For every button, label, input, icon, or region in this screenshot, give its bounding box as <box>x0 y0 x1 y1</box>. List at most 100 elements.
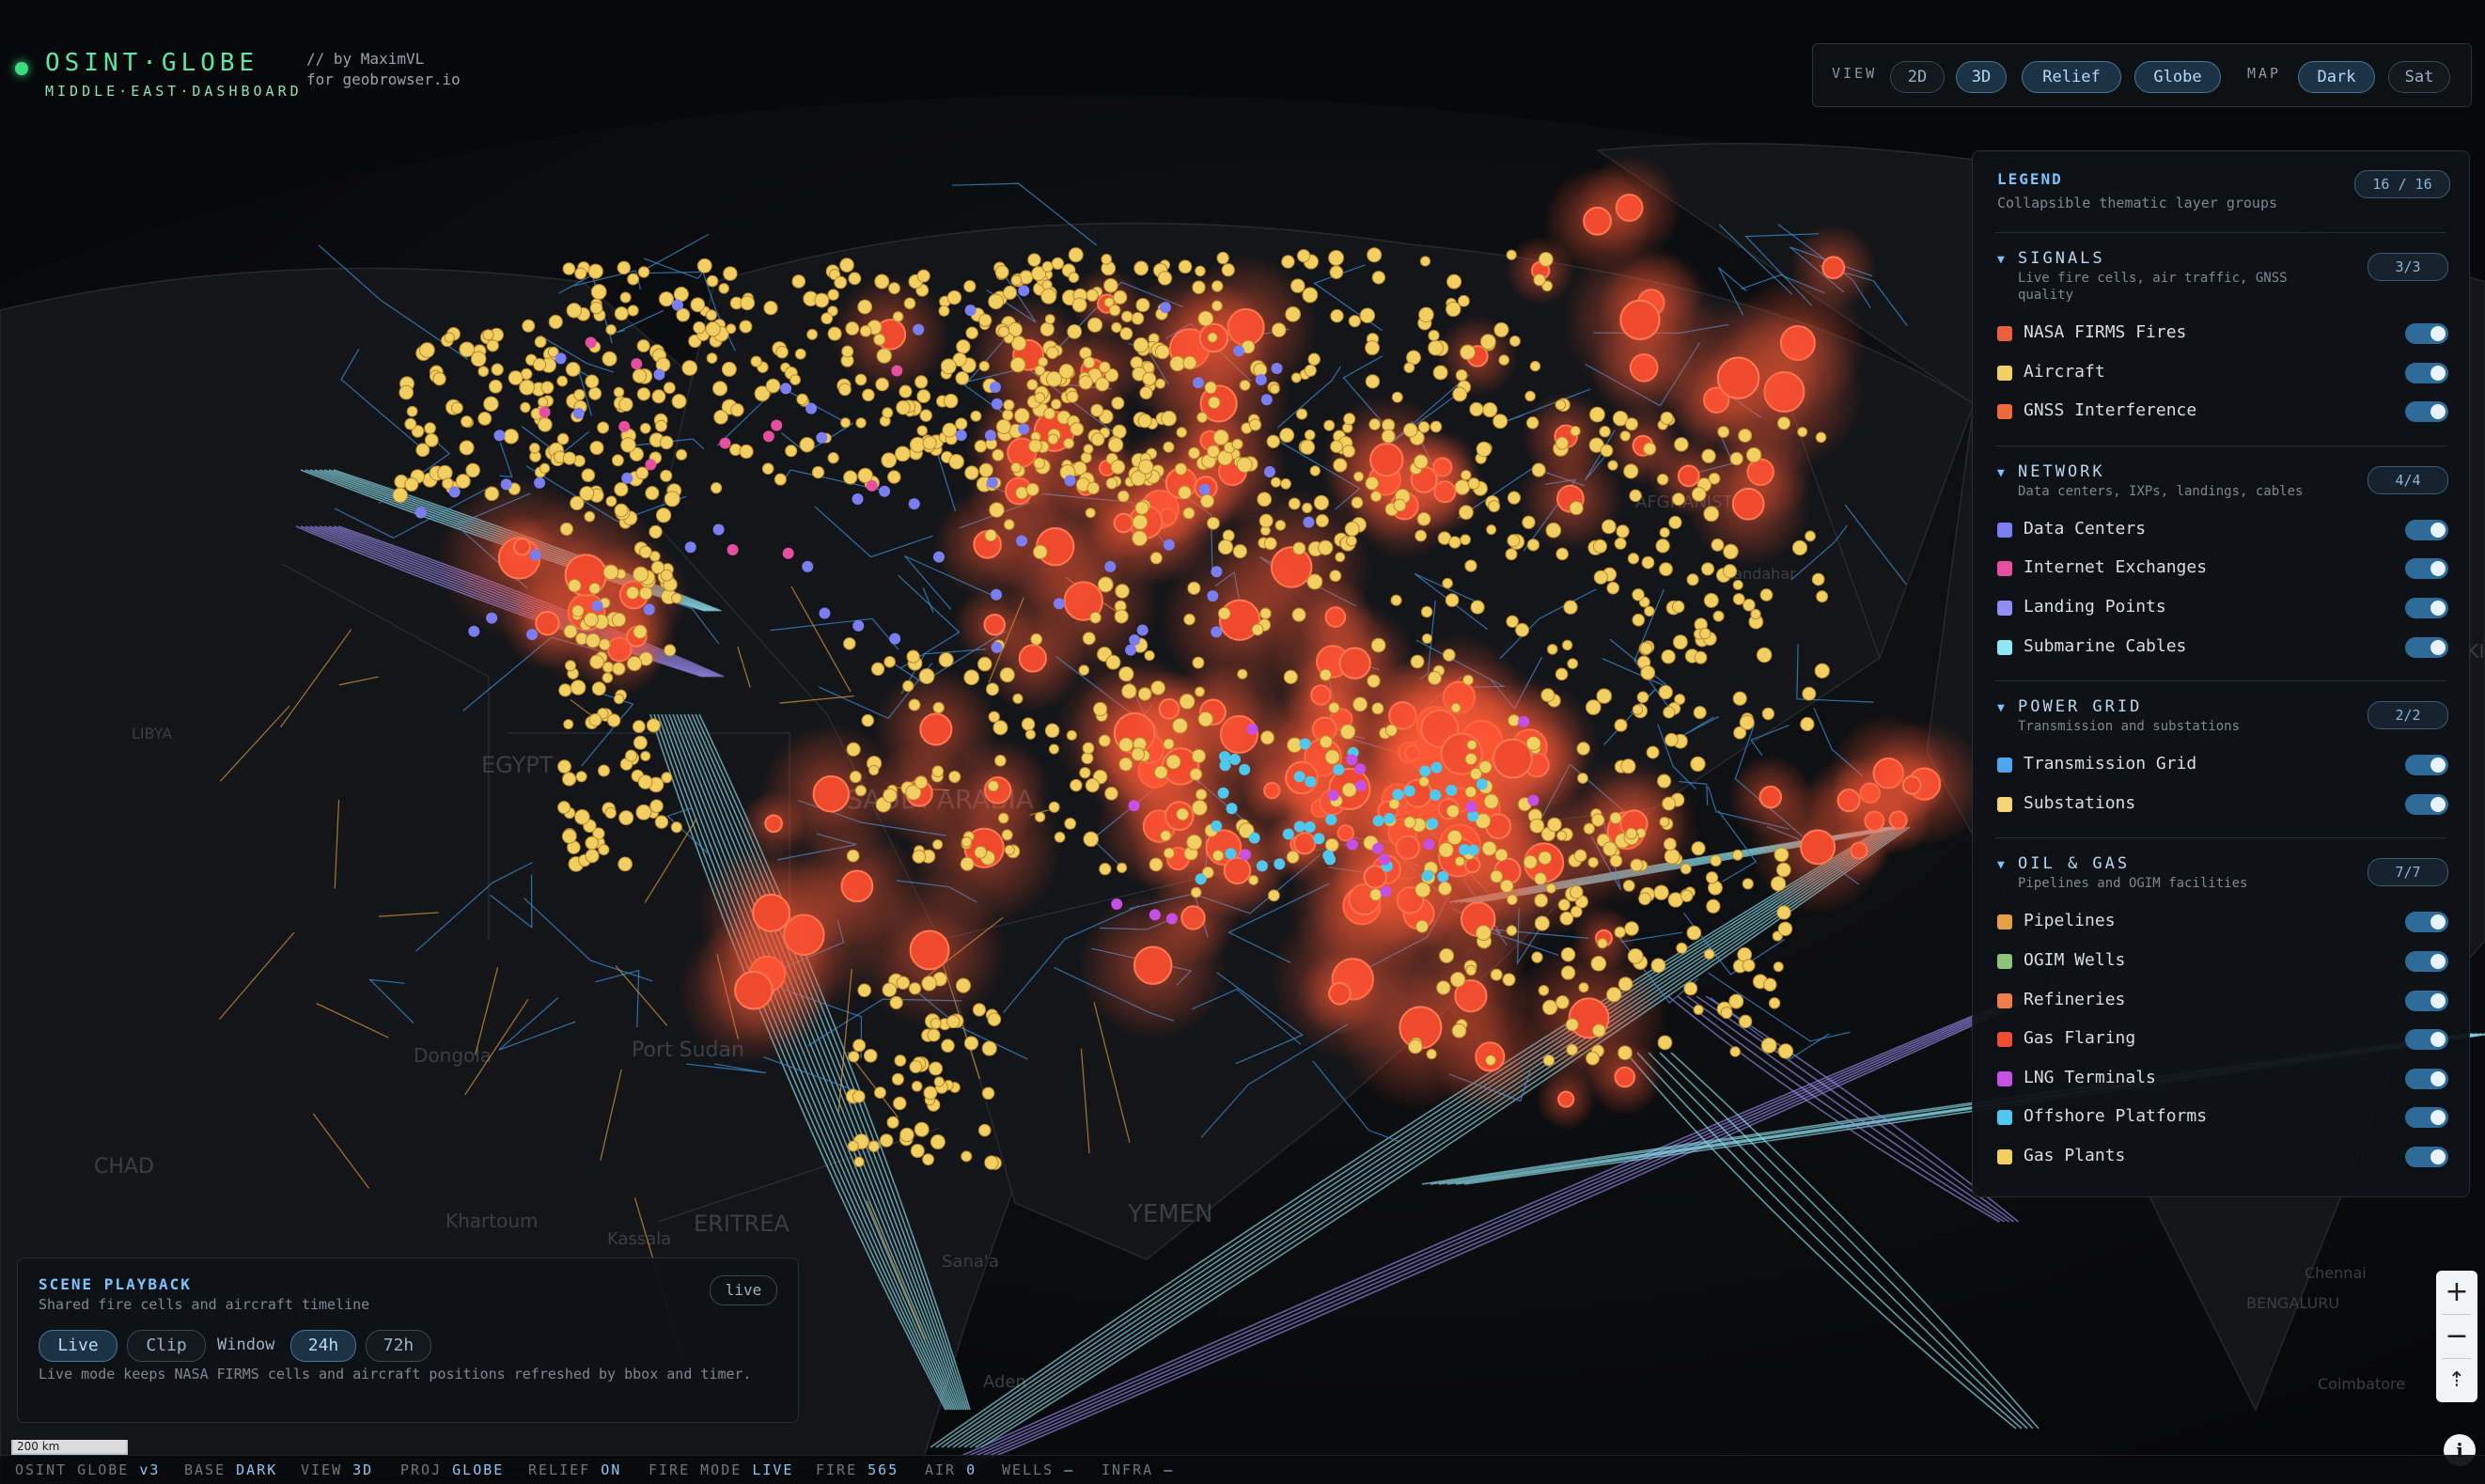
substation-point[interactable] <box>1176 807 1190 821</box>
infrastructure-point[interactable] <box>991 398 1003 410</box>
substation-point[interactable] <box>1729 451 1743 466</box>
infrastructure-point[interactable] <box>1260 394 1273 406</box>
substation-point[interactable] <box>1616 524 1630 539</box>
substation-point[interactable] <box>909 436 926 453</box>
infrastructure-point[interactable] <box>1380 885 1392 898</box>
substation-point[interactable] <box>1668 515 1682 530</box>
substation-point[interactable] <box>477 411 492 426</box>
substation-point[interactable] <box>1010 274 1023 287</box>
substation-point[interactable] <box>930 1133 946 1150</box>
substation-point[interactable] <box>961 1150 973 1163</box>
substation-point[interactable] <box>632 720 646 734</box>
substation-point[interactable] <box>1461 469 1472 481</box>
substation-point[interactable] <box>557 759 571 774</box>
substation-point[interactable] <box>1335 552 1346 563</box>
substation-point[interactable] <box>847 1140 859 1152</box>
substation-point[interactable] <box>1116 862 1128 874</box>
substation-point[interactable] <box>1691 487 1707 502</box>
substation-point[interactable] <box>1618 976 1633 992</box>
window-72h-button[interactable]: 72h <box>366 1330 431 1362</box>
substation-point[interactable] <box>1630 858 1644 872</box>
substation-point[interactable] <box>459 341 476 358</box>
substation-point[interactable] <box>1043 407 1056 420</box>
substation-point[interactable] <box>1657 1035 1673 1051</box>
substation-point[interactable] <box>943 393 959 409</box>
substation-point[interactable] <box>955 371 970 385</box>
substation-point[interactable] <box>1671 492 1685 507</box>
substation-point[interactable] <box>1206 516 1220 530</box>
substation-point[interactable] <box>1208 396 1221 410</box>
substation-point[interactable] <box>1048 743 1059 755</box>
substation-point[interactable] <box>565 362 581 377</box>
substation-point[interactable] <box>1531 951 1543 963</box>
substation-point[interactable] <box>1083 444 1094 455</box>
substation-point[interactable] <box>1341 782 1357 798</box>
window-24h-button[interactable]: 24h <box>290 1330 356 1362</box>
substation-point[interactable] <box>1290 278 1305 293</box>
legend-group-title[interactable]: NETWORK <box>2018 462 2105 481</box>
substation-point[interactable] <box>718 283 729 294</box>
substation-point[interactable] <box>892 311 904 322</box>
substation-point[interactable] <box>1161 410 1177 427</box>
infrastructure-point[interactable] <box>805 402 818 414</box>
substation-point[interactable] <box>1190 886 1202 898</box>
layer-toggle[interactable] <box>2405 362 2448 383</box>
infrastructure-point[interactable] <box>1207 590 1219 602</box>
substation-point[interactable] <box>1133 336 1149 353</box>
fire-cell[interactable] <box>535 611 560 636</box>
substation-point[interactable] <box>1493 414 1508 430</box>
layer-toggle[interactable] <box>2405 1029 2448 1051</box>
substation-point[interactable] <box>1451 1023 1467 1039</box>
infrastructure-point[interactable] <box>1256 860 1268 872</box>
infrastructure-point[interactable] <box>1018 285 1030 297</box>
substation-point[interactable] <box>1131 747 1146 761</box>
substation-point[interactable] <box>1618 1045 1633 1061</box>
substation-point[interactable] <box>1775 862 1791 878</box>
substation-point[interactable] <box>588 582 601 595</box>
substation-point[interactable] <box>1135 297 1150 313</box>
substation-point[interactable] <box>1597 938 1608 949</box>
infrastructure-point[interactable] <box>1228 754 1241 766</box>
infrastructure-point[interactable] <box>1527 794 1539 806</box>
substation-point[interactable] <box>1281 255 1295 269</box>
substation-point[interactable] <box>1304 364 1317 377</box>
substation-point[interactable] <box>1556 830 1568 841</box>
substation-point[interactable] <box>1476 441 1493 458</box>
layer-toggle[interactable] <box>2405 401 2448 423</box>
substation-point[interactable] <box>1506 249 1517 260</box>
substation-point[interactable] <box>1099 361 1111 374</box>
substation-point[interactable] <box>981 1040 997 1056</box>
infrastructure-point[interactable] <box>618 420 631 432</box>
substation-point[interactable] <box>1359 307 1376 323</box>
substation-point[interactable] <box>1542 1054 1555 1067</box>
substation-point[interactable] <box>1371 271 1386 285</box>
substation-point[interactable] <box>1732 592 1745 605</box>
infrastructure-point[interactable] <box>1446 784 1458 796</box>
substation-point[interactable] <box>661 772 673 784</box>
substation-point[interactable] <box>1217 606 1231 620</box>
substation-point[interactable] <box>1526 539 1540 552</box>
infrastructure-point[interactable] <box>1104 560 1117 572</box>
substation-point[interactable] <box>906 649 920 664</box>
substation-point[interactable] <box>970 410 982 422</box>
substation-point[interactable] <box>1756 647 1773 664</box>
substation-point[interactable] <box>1082 632 1096 646</box>
substation-point[interactable] <box>1454 855 1465 867</box>
substation-point[interactable] <box>916 425 928 436</box>
substation-point[interactable] <box>681 360 698 376</box>
substation-point[interactable] <box>1540 688 1555 703</box>
substation-point[interactable] <box>1640 664 1656 680</box>
fire-cell[interactable] <box>1133 945 1173 985</box>
substation-point[interactable] <box>1160 830 1172 842</box>
substation-point[interactable] <box>588 386 602 400</box>
infrastructure-point[interactable] <box>1248 832 1260 844</box>
substation-point[interactable] <box>632 368 648 383</box>
substation-point[interactable] <box>1460 344 1476 361</box>
map-dark-button[interactable]: Dark <box>2298 61 2375 93</box>
playback-clip-button[interactable]: Clip <box>127 1330 206 1362</box>
substation-point[interactable] <box>491 363 504 376</box>
substation-point[interactable] <box>1051 257 1065 271</box>
substation-point[interactable] <box>1221 263 1235 277</box>
substation-point[interactable] <box>1442 648 1456 662</box>
infrastructure-point[interactable] <box>414 507 427 519</box>
